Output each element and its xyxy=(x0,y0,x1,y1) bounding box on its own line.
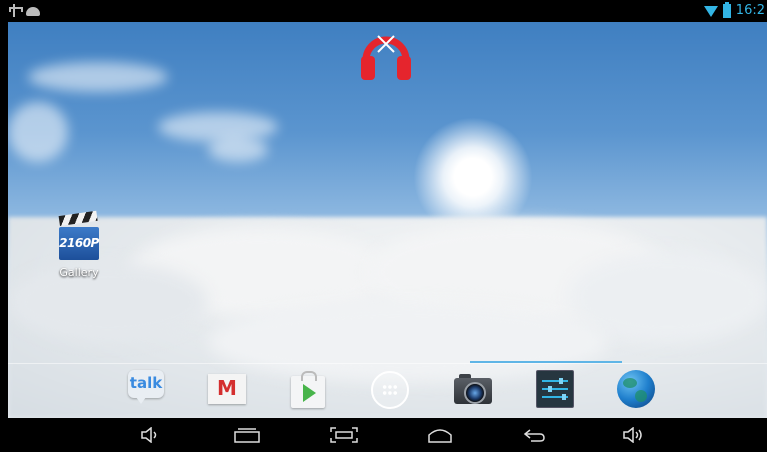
android-home-screen: 16:2 2160P Gallery talk M xyxy=(0,0,767,452)
status-time: 16:2 xyxy=(735,3,765,18)
globe-icon[interactable] xyxy=(617,370,655,408)
gmail-icon-text: M xyxy=(217,376,237,400)
volume-down-icon[interactable] xyxy=(140,427,160,443)
gallery-icon: 2160P xyxy=(57,210,101,262)
play-music-icon[interactable] xyxy=(358,26,414,84)
dock-divider xyxy=(8,363,767,364)
screenshot-icon[interactable] xyxy=(330,427,358,443)
status-bar[interactable]: 16:2 xyxy=(0,0,767,22)
page-indicator xyxy=(470,361,622,363)
usb-icon xyxy=(8,3,23,17)
gallery-label: Gallery xyxy=(59,266,99,279)
home-icon[interactable] xyxy=(427,427,453,443)
talk-icon[interactable]: talk xyxy=(128,370,166,408)
play-store-icon[interactable] xyxy=(289,370,327,408)
gallery-shortcut[interactable]: 2160P Gallery xyxy=(52,210,106,279)
camera-icon[interactable] xyxy=(454,370,492,408)
talk-icon-text: talk xyxy=(128,370,164,398)
volume-up-icon[interactable] xyxy=(622,427,644,443)
app-drawer-icon[interactable] xyxy=(370,370,409,409)
recent-apps-icon[interactable] xyxy=(234,427,260,443)
battery-icon xyxy=(722,2,731,18)
android-debug-icon xyxy=(26,7,40,16)
wifi-icon xyxy=(703,5,718,17)
gmail-icon[interactable]: M xyxy=(208,370,246,408)
navigation-bar xyxy=(0,418,767,452)
settings-icon[interactable] xyxy=(536,370,574,408)
gallery-icon-text: 2160P xyxy=(59,227,99,260)
back-icon[interactable] xyxy=(522,427,546,443)
